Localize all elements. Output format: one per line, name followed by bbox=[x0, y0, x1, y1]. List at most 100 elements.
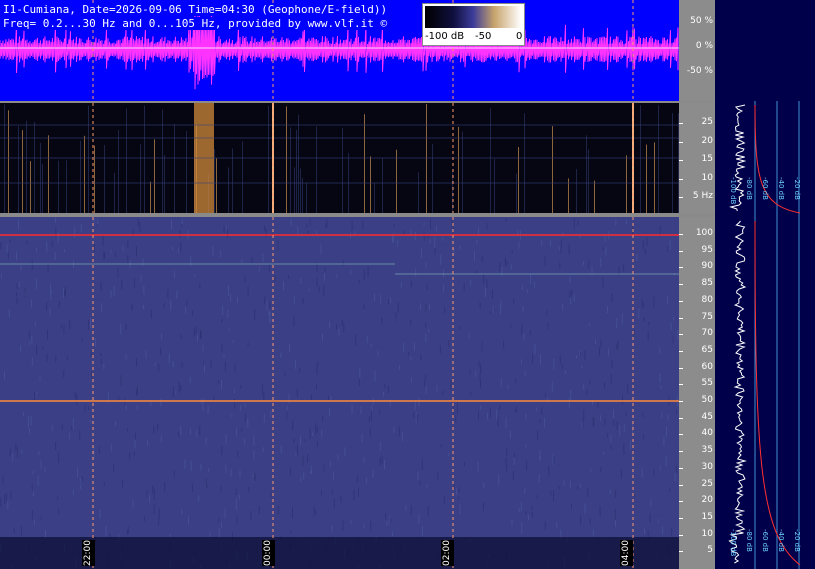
noise-speck bbox=[402, 432, 403, 441]
noise-speck bbox=[525, 413, 527, 420]
profile-white-trace bbox=[728, 220, 747, 564]
scale-label: 45 bbox=[701, 411, 713, 422]
noise-speck bbox=[479, 302, 481, 308]
spectrogram-low-image bbox=[0, 103, 679, 213]
noise-speck bbox=[268, 265, 270, 272]
noise-speck bbox=[288, 393, 290, 404]
noise-speck bbox=[113, 285, 115, 296]
scale-tick bbox=[679, 317, 683, 319]
noise-speck bbox=[235, 499, 237, 510]
noise-speck bbox=[638, 308, 640, 319]
noise-speck bbox=[180, 334, 182, 339]
profile-db-label: -100 dB bbox=[729, 177, 737, 205]
noise-speck bbox=[192, 310, 194, 316]
noise-speck bbox=[308, 288, 310, 293]
noise-speck bbox=[31, 510, 33, 520]
noise-speck bbox=[125, 405, 127, 411]
noise-speck bbox=[351, 404, 353, 414]
noise-speck bbox=[321, 429, 323, 437]
noise-speck bbox=[134, 432, 136, 441]
noise-speck bbox=[125, 354, 127, 360]
noise-speck bbox=[35, 278, 37, 290]
noise-speck bbox=[577, 220, 579, 226]
noise-speck bbox=[58, 300, 60, 309]
noise-speck bbox=[448, 452, 450, 457]
noise-speck bbox=[280, 445, 282, 454]
noise-speck bbox=[592, 417, 594, 427]
noise-speck bbox=[650, 499, 652, 508]
noise-speck bbox=[322, 333, 323, 341]
noise-speck bbox=[50, 290, 52, 300]
noise-speck bbox=[633, 493, 635, 498]
noise-speck bbox=[486, 279, 488, 289]
noise-speck bbox=[583, 409, 585, 420]
noise-speck bbox=[483, 482, 485, 489]
noise-speck bbox=[114, 252, 116, 258]
noise-speck bbox=[15, 444, 17, 452]
noise-speck bbox=[420, 303, 422, 310]
noise-speck bbox=[389, 297, 391, 304]
scale-tick bbox=[679, 451, 683, 453]
noise-speck bbox=[342, 520, 344, 531]
noise-speck bbox=[658, 519, 660, 523]
noise-speck bbox=[659, 373, 661, 384]
noise-speck bbox=[336, 274, 338, 279]
noise-speck bbox=[29, 342, 31, 346]
noise-speck bbox=[410, 377, 412, 383]
noise-speck bbox=[333, 499, 335, 508]
noise-speck bbox=[600, 257, 602, 268]
noise-speck bbox=[181, 362, 183, 368]
noise-speck bbox=[647, 331, 649, 341]
noise-speck bbox=[643, 317, 645, 322]
profile-db-label: -40 dB bbox=[777, 177, 785, 200]
noise-speck bbox=[569, 276, 571, 284]
noise-speck bbox=[473, 250, 475, 262]
noise-speck bbox=[307, 453, 309, 463]
noise-speck bbox=[295, 360, 297, 369]
noise-speck bbox=[63, 288, 65, 298]
noise-speck bbox=[210, 360, 212, 368]
noise-speck bbox=[586, 389, 588, 395]
noise-speck bbox=[653, 469, 655, 476]
noise-speck bbox=[150, 309, 152, 319]
noise-speck bbox=[262, 447, 264, 453]
noise-speck bbox=[200, 463, 202, 471]
noise-speck bbox=[38, 451, 40, 456]
noise-speck bbox=[178, 432, 180, 437]
spectrogram-stroke bbox=[594, 180, 595, 213]
noise-speck bbox=[361, 433, 363, 443]
noise-speck bbox=[316, 384, 317, 390]
noise-speck bbox=[221, 318, 223, 323]
noise-speck bbox=[613, 409, 614, 419]
noise-speck bbox=[172, 360, 174, 368]
noise-speck bbox=[535, 407, 537, 412]
noise-speck bbox=[515, 409, 516, 413]
noise-speck bbox=[55, 355, 57, 363]
noise-speck bbox=[660, 385, 662, 390]
noise-speck bbox=[435, 225, 437, 232]
noise-speck bbox=[581, 365, 583, 369]
noise-speck bbox=[393, 223, 395, 227]
noise-speck bbox=[91, 371, 93, 379]
noise-speck bbox=[506, 464, 508, 471]
noise-speck bbox=[309, 218, 311, 226]
noise-speck bbox=[250, 511, 252, 521]
noise-speck bbox=[399, 365, 400, 370]
noise-speck bbox=[191, 483, 193, 493]
noise-speck bbox=[648, 321, 650, 325]
noise-speck bbox=[515, 378, 517, 384]
noise-speck bbox=[430, 219, 431, 229]
noise-speck bbox=[525, 510, 527, 515]
noise-speck bbox=[221, 446, 223, 455]
noise-speck bbox=[18, 219, 20, 230]
noise-speck bbox=[410, 280, 412, 288]
noise-speck bbox=[408, 352, 409, 356]
noise-speck bbox=[136, 358, 137, 367]
colorbar-gradient bbox=[425, 6, 521, 28]
noise-speck bbox=[135, 388, 137, 396]
noise-speck bbox=[539, 455, 541, 460]
spectrogram-stroke bbox=[672, 113, 673, 213]
noise-speck bbox=[326, 219, 328, 228]
spectrogram-stroke bbox=[316, 126, 317, 213]
noise-speck bbox=[264, 296, 266, 305]
